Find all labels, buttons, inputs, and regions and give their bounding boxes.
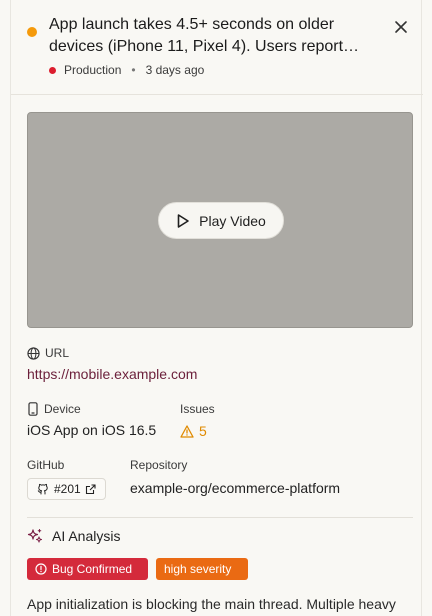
github-label: GitHub: [27, 457, 64, 473]
play-icon: [177, 213, 189, 228]
pr-number: #201: [54, 482, 81, 496]
issue-title-line-1: App launch takes 4.5+ seconds on older: [49, 16, 335, 33]
url-link[interactable]: https://mobile.example.com: [27, 366, 197, 384]
device-label-text: Device: [44, 402, 81, 416]
alert-circle-icon: [35, 563, 47, 575]
ai-analysis-title: AI Analysis: [52, 528, 121, 544]
ai-analysis-heading: AI Analysis: [27, 527, 120, 545]
issue-meta: Production • 3 days ago: [49, 62, 204, 78]
device-label: Device: [27, 401, 81, 417]
github-label-text: GitHub: [27, 458, 65, 472]
time-ago: 3 days ago: [145, 63, 205, 77]
play-video-label: Play Video: [199, 212, 266, 229]
environment-label: Production: [64, 63, 122, 77]
bug-confirmed-text: Bug Confirmed: [52, 562, 133, 576]
repository-label: Repository: [130, 457, 187, 473]
issues-count-value: 5: [199, 423, 207, 439]
meta-separator: •: [131, 63, 136, 77]
pull-request-link[interactable]: #201: [27, 478, 106, 500]
play-video-button[interactable]: Play Video: [158, 202, 284, 239]
device-value: iOS App on iOS 16.5: [27, 422, 157, 438]
issue-title-line-2: devices (iPhone 11, Pixel 4). Users repo…: [49, 38, 360, 55]
issue-detail-panel: App launch takes 4.5+ seconds on older d…: [10, 0, 423, 616]
issues-count: 5: [180, 422, 207, 440]
bug-confirmed-badge: Bug Confirmed: [27, 558, 148, 580]
severity-text: high severity: [164, 562, 232, 576]
url-label-text: URL: [45, 346, 70, 360]
globe-icon: [27, 346, 40, 360]
issues-label: Issues: [180, 401, 215, 417]
status-dot: [27, 27, 37, 37]
url-label: URL: [27, 345, 69, 361]
external-link-icon: [85, 483, 96, 494]
close-icon: [395, 21, 407, 33]
repository-label-text: Repository: [130, 458, 188, 472]
warning-icon: [180, 424, 194, 438]
section-divider: [27, 517, 413, 518]
issues-label-text: Issues: [180, 402, 215, 416]
severity-badge: high severity: [156, 558, 248, 580]
close-button[interactable]: [389, 16, 413, 38]
repository-value: example-org/ecommerce-platform: [130, 480, 341, 496]
ai-analysis-text: App initialization is blocking the main …: [27, 596, 396, 612]
issue-header: App launch takes 4.5+ seconds on older d…: [11, 0, 423, 95]
github-icon: [37, 483, 48, 495]
environment-dot: [49, 66, 56, 74]
sparkles-icon: [27, 528, 43, 543]
video-player[interactable]: Play Video: [27, 112, 413, 328]
issue-title: App launch takes 4.5+ seconds on older d…: [49, 14, 379, 58]
phone-icon: [28, 402, 38, 416]
